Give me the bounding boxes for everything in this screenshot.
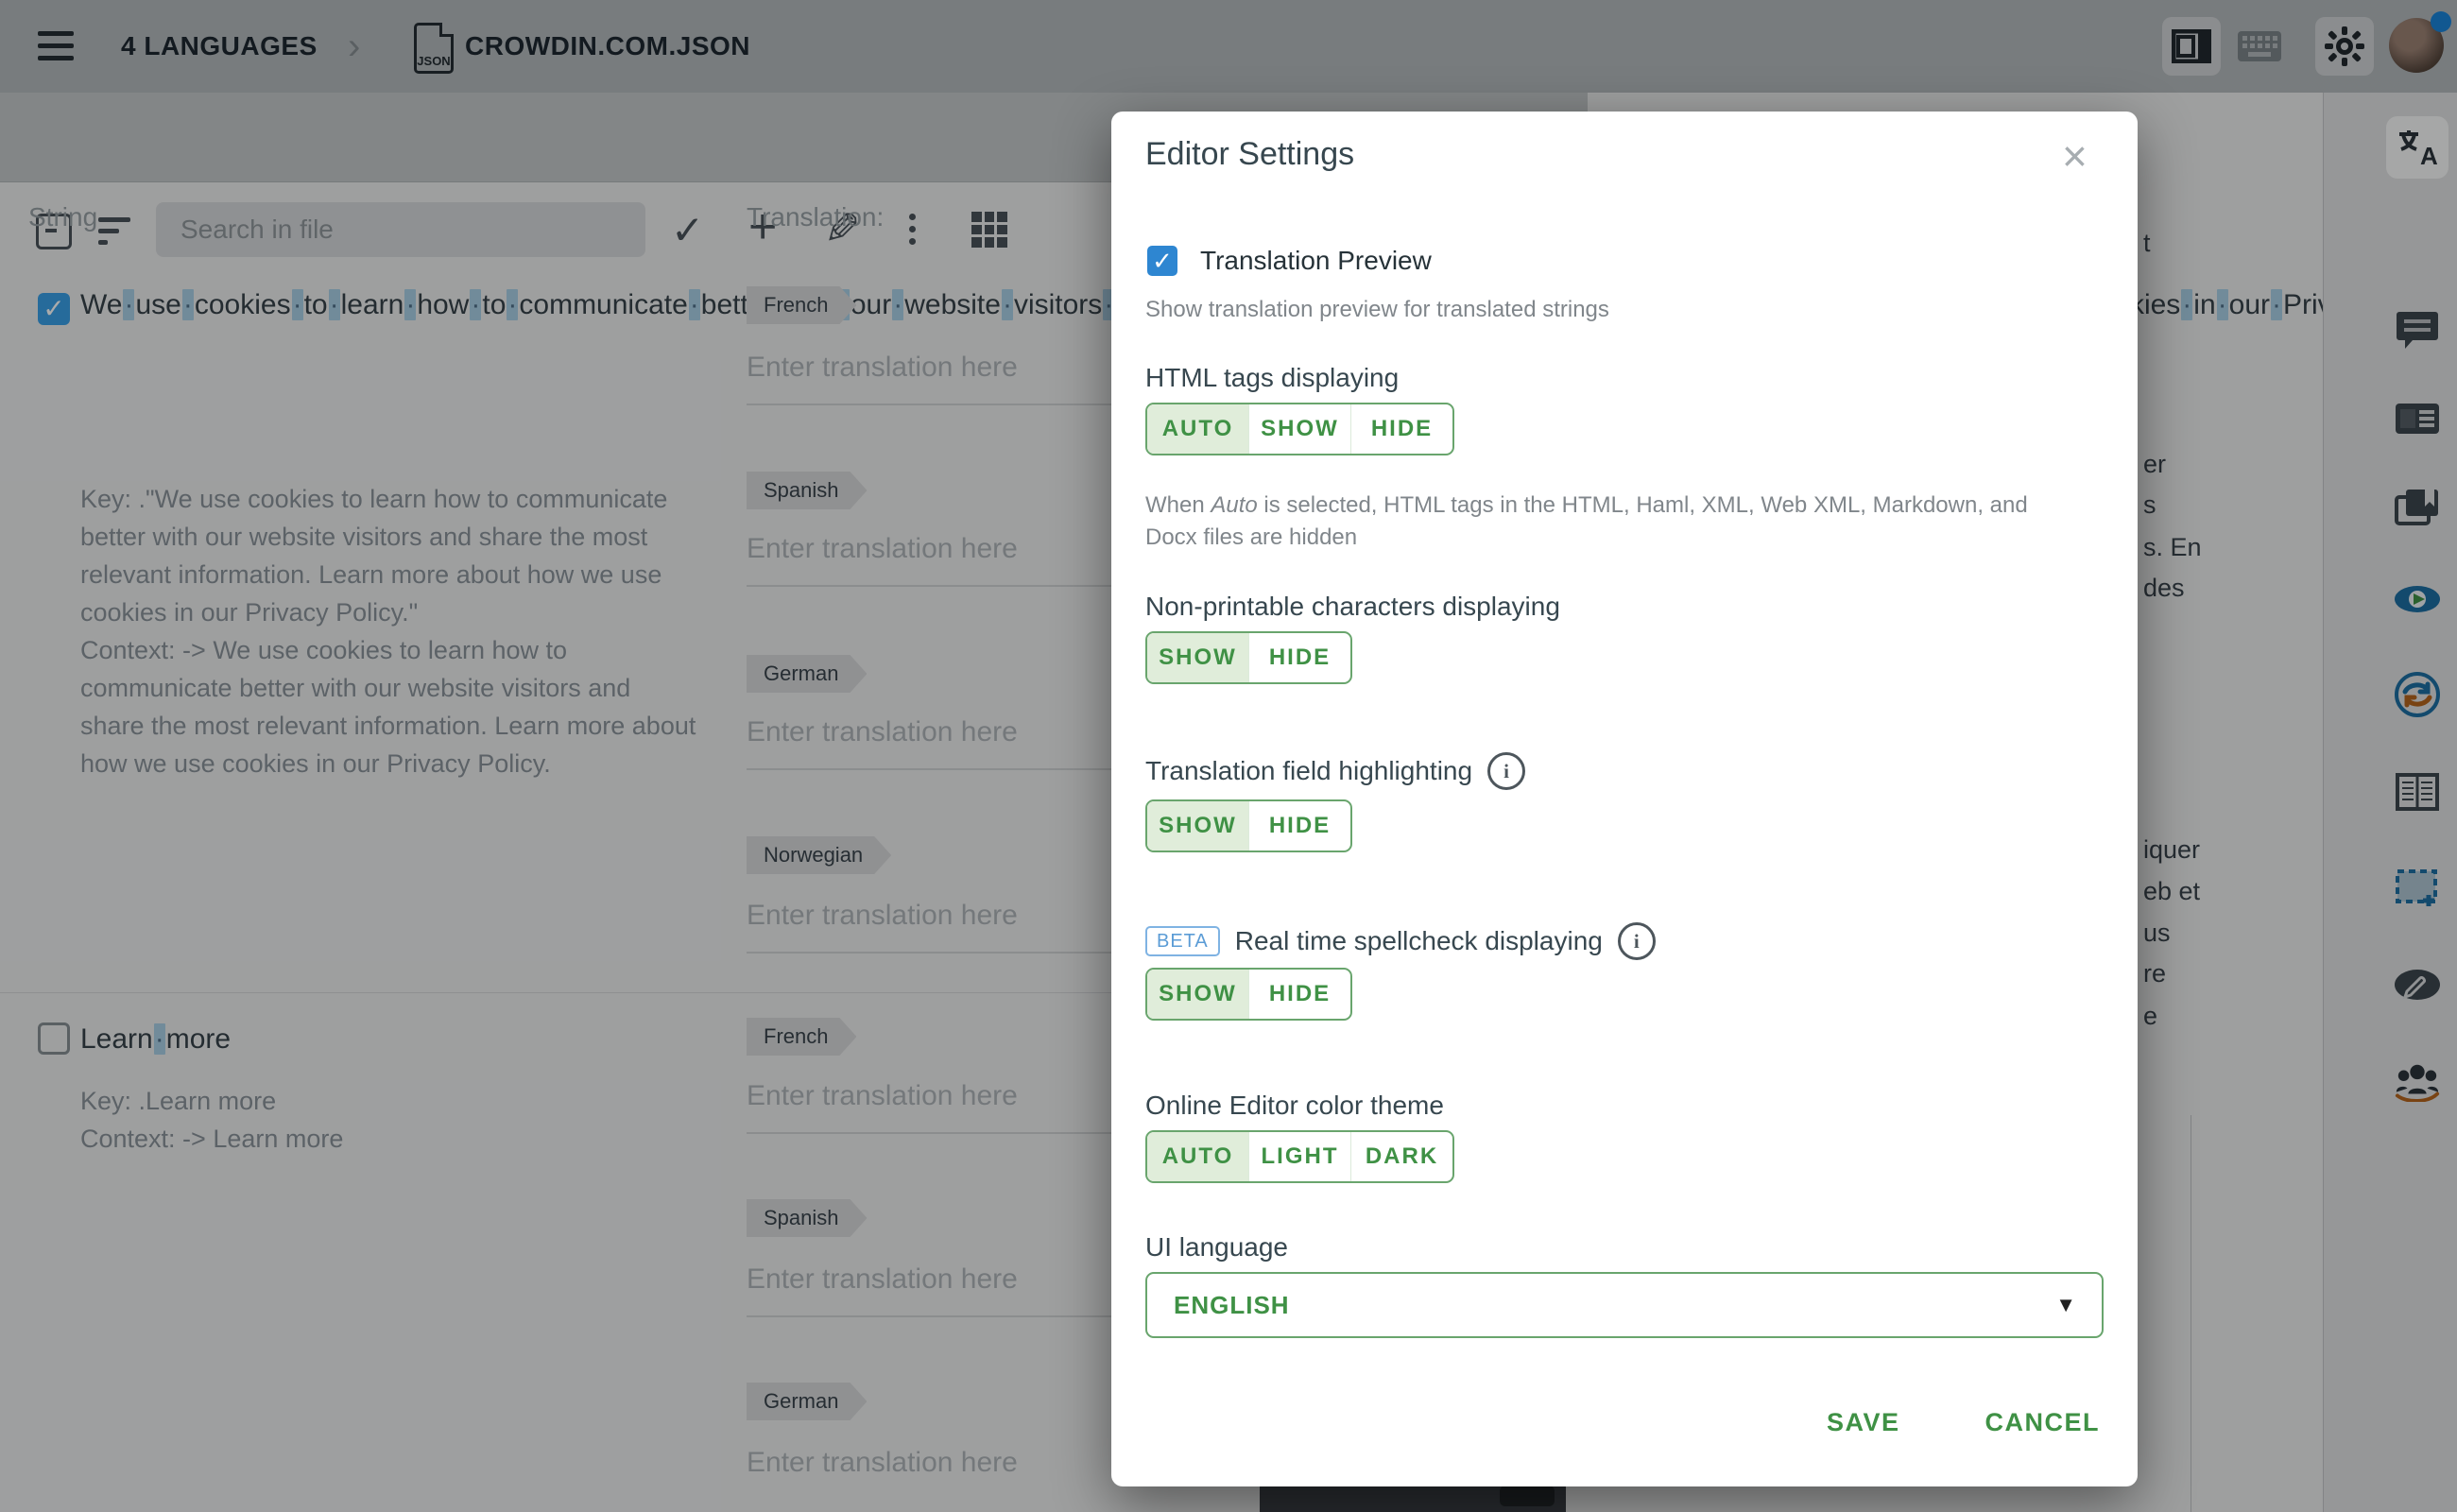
editor-screen: 4 LANGUAGES › JSON CROWDIN.COM.JSON: [0, 0, 2457, 1512]
segment-option[interactable]: AUTO: [1147, 404, 1249, 454]
segment-option[interactable]: SHOW: [1249, 404, 1351, 454]
segment-option[interactable]: HIDE: [1249, 633, 1350, 682]
ui-language-label: UI language: [1145, 1232, 1288, 1263]
segment-option[interactable]: SHOW: [1147, 801, 1249, 850]
segment-option[interactable]: DARK: [1351, 1132, 1452, 1181]
segment-option[interactable]: SHOW: [1147, 633, 1249, 682]
field-highlighting-segmented-control: SHOW HIDE: [1145, 799, 1352, 852]
translation-preview-desc: Show translation preview for translated …: [1145, 297, 1609, 323]
section-heading: Non-printable characters displaying: [1145, 592, 1560, 622]
html-tags-segmented-control: AUTO SHOW HIDE: [1145, 403, 1454, 455]
chevron-down-icon: ▼: [2055, 1293, 2077, 1317]
segment-option[interactable]: AUTO: [1147, 1132, 1249, 1181]
non-printable-segmented-control: SHOW HIDE: [1145, 631, 1352, 684]
segment-option[interactable]: HIDE: [1351, 404, 1452, 454]
ui-language-select[interactable]: ENGLISH ▼: [1145, 1272, 2104, 1338]
beta-badge: BETA: [1145, 926, 1220, 956]
editor-settings-dialog: Editor Settings × ✓ Translation Preview …: [1111, 112, 2138, 1486]
segment-option[interactable]: LIGHT: [1249, 1132, 1351, 1181]
save-button[interactable]: SAVE: [1827, 1408, 1900, 1437]
segment-option[interactable]: HIDE: [1249, 801, 1350, 850]
info-icon[interactable]: i: [1487, 752, 1525, 790]
spellcheck-segmented-control: SHOW HIDE: [1145, 968, 1352, 1021]
section-note: When Auto is selected, HTML tags in the …: [1145, 490, 2081, 554]
segment-option[interactable]: SHOW: [1147, 970, 1249, 1019]
note-italic: Auto: [1211, 492, 1257, 518]
close-icon[interactable]: ×: [2062, 134, 2088, 178]
section-heading: Translation field highlighting i: [1145, 752, 1525, 790]
section-heading: BETA Real time spellcheck displaying i: [1145, 922, 1656, 960]
translation-preview-label[interactable]: Translation Preview: [1200, 246, 1432, 276]
dialog-title: Editor Settings: [1145, 136, 1354, 173]
translation-preview-checkbox[interactable]: ✓: [1147, 246, 1177, 276]
cancel-button[interactable]: CANCEL: [1985, 1408, 2101, 1437]
segment-option[interactable]: HIDE: [1249, 970, 1350, 1019]
color-theme-segmented-control: AUTO LIGHT DARK: [1145, 1130, 1454, 1183]
section-heading: HTML tags displaying: [1145, 363, 1399, 393]
section-heading: Online Editor color theme: [1145, 1091, 1444, 1121]
ui-language-value: ENGLISH: [1174, 1291, 1290, 1320]
info-icon[interactable]: i: [1618, 922, 1656, 960]
